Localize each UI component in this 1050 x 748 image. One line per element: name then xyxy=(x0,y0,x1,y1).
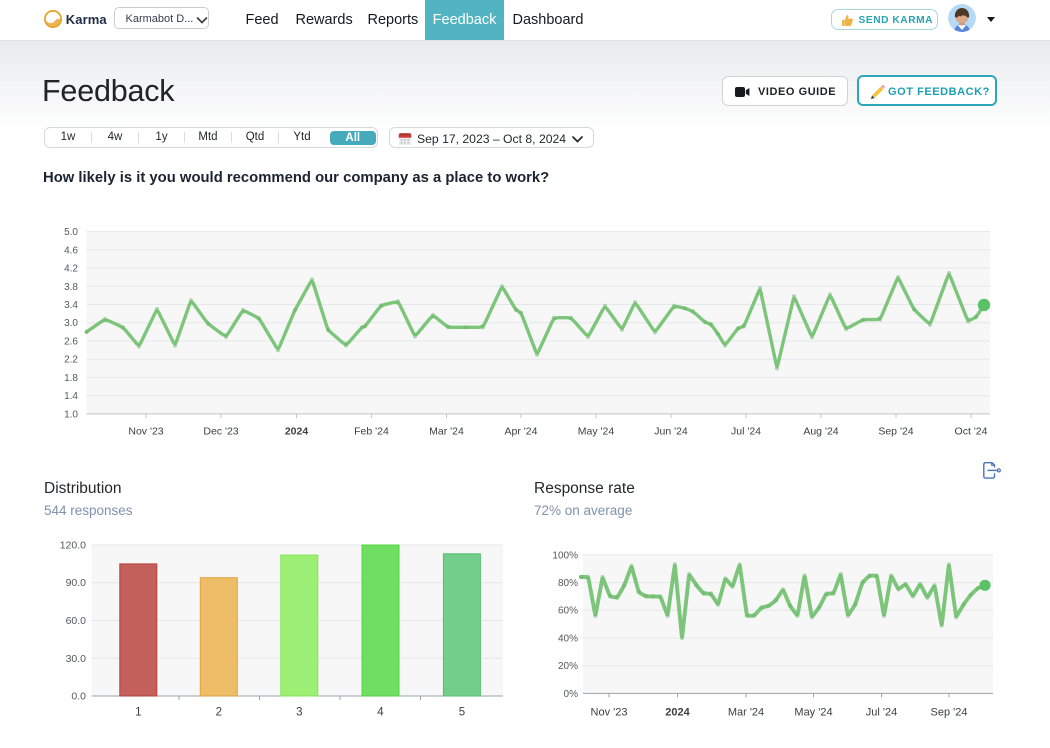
svg-text:80%: 80% xyxy=(558,578,578,589)
svg-text:Jul '24: Jul '24 xyxy=(731,425,761,437)
svg-text:4: 4 xyxy=(377,707,384,719)
svg-text:100%: 100% xyxy=(552,550,578,561)
svg-text:0%: 0% xyxy=(564,689,579,700)
svg-text:3.0: 3.0 xyxy=(64,318,78,329)
svg-text:40%: 40% xyxy=(558,634,578,645)
svg-text:1.4: 1.4 xyxy=(64,391,78,402)
svg-text:3.4: 3.4 xyxy=(64,300,78,311)
svg-text:Sep '24: Sep '24 xyxy=(931,706,968,718)
svg-text:90.0: 90.0 xyxy=(66,577,87,589)
svg-text:1: 1 xyxy=(135,707,141,719)
svg-text:20%: 20% xyxy=(558,661,578,672)
svg-text:Mar '24: Mar '24 xyxy=(429,425,464,437)
svg-text:Jul '24: Jul '24 xyxy=(866,706,897,718)
svg-text:3.8: 3.8 xyxy=(64,282,78,293)
svg-text:Nov '23: Nov '23 xyxy=(128,425,163,437)
svg-text:60%: 60% xyxy=(558,606,578,617)
svg-text:0.0: 0.0 xyxy=(71,691,86,703)
svg-text:Jun '24: Jun '24 xyxy=(654,425,688,437)
svg-text:2024: 2024 xyxy=(285,425,309,437)
svg-text:2.2: 2.2 xyxy=(64,355,78,366)
svg-text:4.2: 4.2 xyxy=(64,264,78,275)
svg-text:5.0: 5.0 xyxy=(64,227,78,238)
svg-text:60.0: 60.0 xyxy=(66,615,87,627)
svg-text:Sep '24: Sep '24 xyxy=(878,425,913,437)
svg-text:1.0: 1.0 xyxy=(64,409,78,420)
svg-text:May '24: May '24 xyxy=(578,425,615,437)
svg-text:3: 3 xyxy=(296,707,302,719)
svg-text:1.8: 1.8 xyxy=(64,373,78,384)
svg-text:Mar '24: Mar '24 xyxy=(728,706,764,718)
svg-text:2024: 2024 xyxy=(665,706,690,718)
svg-text:4.6: 4.6 xyxy=(64,245,78,256)
svg-text:Dec '23: Dec '23 xyxy=(203,425,238,437)
svg-text:2.6: 2.6 xyxy=(64,337,78,348)
svg-text:Nov '23: Nov '23 xyxy=(591,706,628,718)
svg-text:Feb '24: Feb '24 xyxy=(354,425,389,437)
svg-text:5: 5 xyxy=(459,707,465,719)
svg-text:2: 2 xyxy=(216,707,222,719)
svg-text:120.0: 120.0 xyxy=(60,540,86,552)
svg-text:30.0: 30.0 xyxy=(66,653,87,665)
svg-text:Aug '24: Aug '24 xyxy=(803,425,838,437)
svg-text:May '24: May '24 xyxy=(794,706,832,718)
svg-text:Oct '24: Oct '24 xyxy=(955,425,988,437)
svg-text:Apr '24: Apr '24 xyxy=(505,425,538,437)
